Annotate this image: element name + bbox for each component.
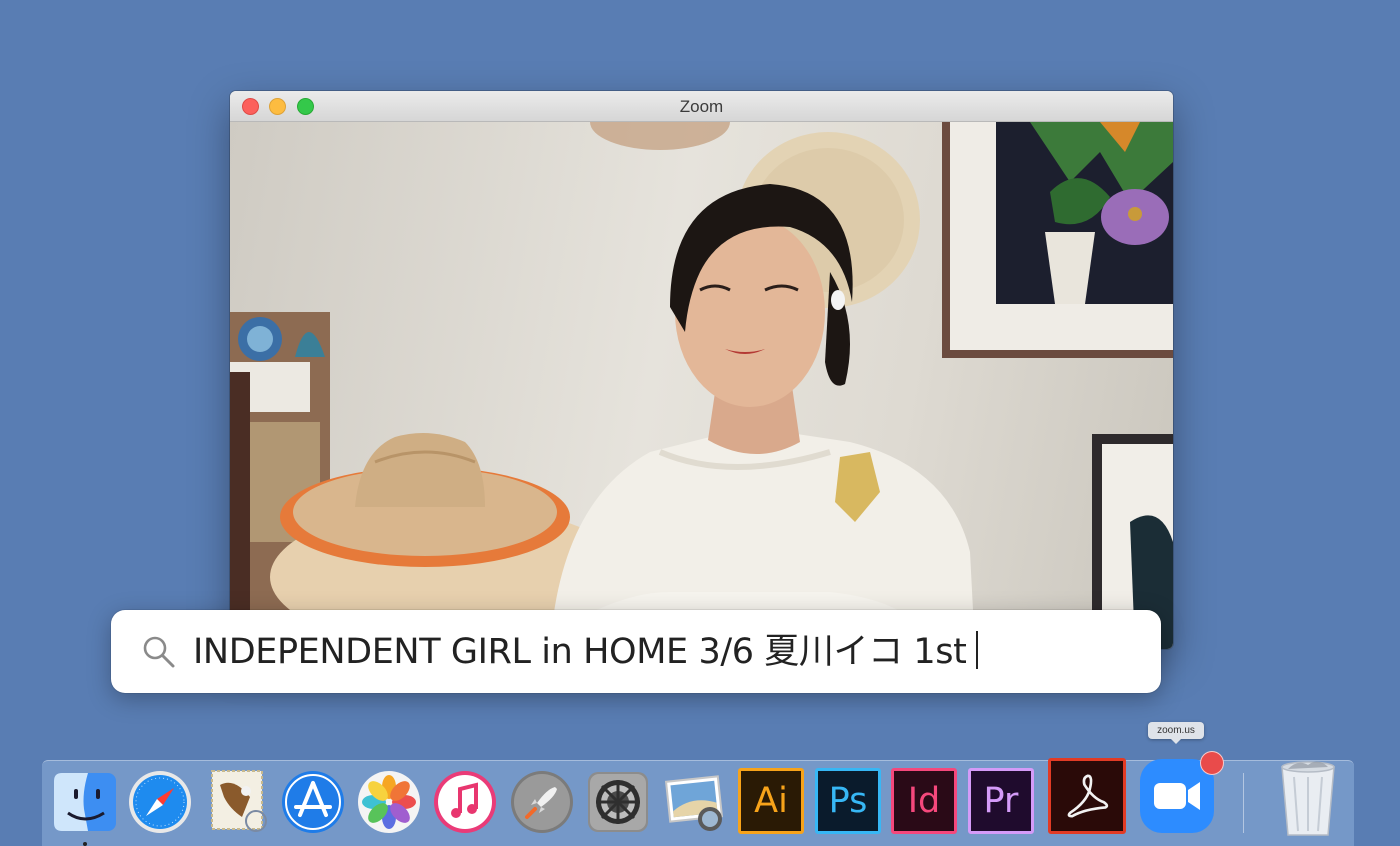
gear-icon: [588, 772, 648, 832]
mail-icon: [211, 770, 267, 832]
dock-item-indesign[interactable]: Id: [891, 768, 957, 834]
dock-item-mail[interactable]: [204, 767, 270, 833]
dock-item-trash[interactable]: [1274, 757, 1342, 837]
app-store-icon: [282, 771, 344, 833]
dock-item-photos[interactable]: [356, 769, 422, 835]
rocket-icon: [511, 771, 573, 833]
dock-item-itunes[interactable]: [432, 769, 498, 835]
window-titlebar[interactable]: Zoom: [230, 91, 1173, 122]
notification-badge: [1200, 751, 1224, 775]
dock: Ai Ps Id Pr: [42, 751, 1354, 846]
dock-tooltip: zoom.us: [1148, 722, 1204, 744]
video-feed: [230, 122, 1173, 649]
safari-icon: [129, 771, 191, 833]
dock-item-preview[interactable]: [662, 769, 728, 835]
running-indicator: [83, 842, 87, 846]
dock-item-illustrator[interactable]: Ai: [738, 768, 804, 834]
dock-item-finder[interactable]: [52, 769, 118, 835]
text-caret: [976, 631, 979, 669]
search-icon: [143, 636, 175, 668]
dock-separator: [1243, 773, 1244, 833]
zoom-window[interactable]: Zoom: [230, 91, 1173, 649]
music-icon: [434, 771, 496, 833]
dock-item-safari[interactable]: [127, 769, 193, 835]
preview-icon: [664, 775, 724, 831]
trash-icon: [1281, 761, 1335, 836]
dock-item-acrobat[interactable]: [1048, 758, 1126, 834]
dock-item-launchpad[interactable]: [509, 769, 575, 835]
acrobat-icon: [1067, 774, 1109, 818]
finder-icon: [54, 773, 116, 831]
search-input[interactable]: INDEPENDENT GIRL in HOME 3/6 夏川イコ 1st: [193, 628, 979, 676]
dock-item-premiere[interactable]: Pr: [968, 768, 1034, 834]
dock-item-photoshop[interactable]: Ps: [815, 768, 881, 834]
photos-icon: [358, 771, 420, 833]
dock-item-app-store[interactable]: [280, 769, 346, 835]
window-title: Zoom: [679, 97, 724, 116]
search-bar[interactable]: INDEPENDENT GIRL in HOME 3/6 夏川イコ 1st: [111, 610, 1161, 693]
dock-item-system-preferences[interactable]: [585, 769, 651, 835]
